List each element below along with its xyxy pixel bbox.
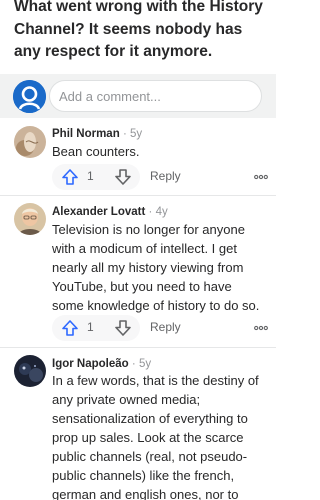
meta-separator: · bbox=[131, 358, 136, 370]
comment-meta: Alexander Lovatt · 4y bbox=[52, 205, 168, 219]
more-options-icon[interactable] bbox=[254, 173, 268, 181]
default-profile-icon[interactable] bbox=[13, 80, 46, 113]
author-name[interactable]: Phil Norman bbox=[52, 128, 120, 140]
add-comment-bar bbox=[0, 74, 276, 118]
vote-pill: 1 bbox=[52, 315, 140, 341]
comment-actions: 1 Reply bbox=[52, 164, 268, 190]
comment-age[interactable]: 4y bbox=[156, 206, 168, 218]
comment-age[interactable]: 5y bbox=[130, 128, 142, 140]
comment-divider bbox=[0, 195, 276, 196]
upvote-arrow-icon[interactable] bbox=[61, 319, 79, 337]
reply-button[interactable]: Reply bbox=[150, 169, 181, 183]
avatar[interactable] bbox=[14, 355, 46, 387]
upvote-arrow-icon[interactable] bbox=[61, 168, 79, 186]
author-name[interactable]: Alexander Lovatt bbox=[52, 206, 145, 218]
author-name[interactable]: Igor Napoleão bbox=[52, 358, 129, 370]
comment-divider bbox=[0, 347, 276, 348]
comment-text: Bean counters. bbox=[52, 144, 140, 159]
question-header: What went wrong with the History Channel… bbox=[0, 0, 276, 64]
downvote-arrow-icon[interactable] bbox=[114, 168, 132, 186]
reply-button[interactable]: Reply bbox=[150, 320, 181, 334]
question-title[interactable]: What went wrong with the History Channel… bbox=[14, 0, 266, 64]
comment-text: In a few words, that is the destiny of a… bbox=[52, 373, 259, 500]
more-options-icon[interactable] bbox=[254, 324, 268, 332]
avatar[interactable] bbox=[14, 203, 46, 235]
add-comment-input[interactable] bbox=[49, 80, 262, 112]
comment-meta: Igor Napoleão · 5y bbox=[52, 357, 151, 371]
upvote-count: 1 bbox=[87, 169, 94, 183]
comment-text: Television is no longer for anyone with … bbox=[52, 222, 260, 313]
upvote-count: 1 bbox=[87, 320, 94, 334]
vote-pill: 1 bbox=[52, 164, 140, 190]
meta-separator: · bbox=[148, 206, 153, 218]
avatar[interactable] bbox=[14, 126, 46, 158]
comment-age[interactable]: 5y bbox=[139, 358, 151, 370]
comment-meta: Phil Norman · 5y bbox=[52, 127, 142, 141]
downvote-arrow-icon[interactable] bbox=[114, 319, 132, 337]
comment-actions: 1 Reply bbox=[52, 315, 268, 341]
meta-separator: · bbox=[122, 128, 127, 140]
